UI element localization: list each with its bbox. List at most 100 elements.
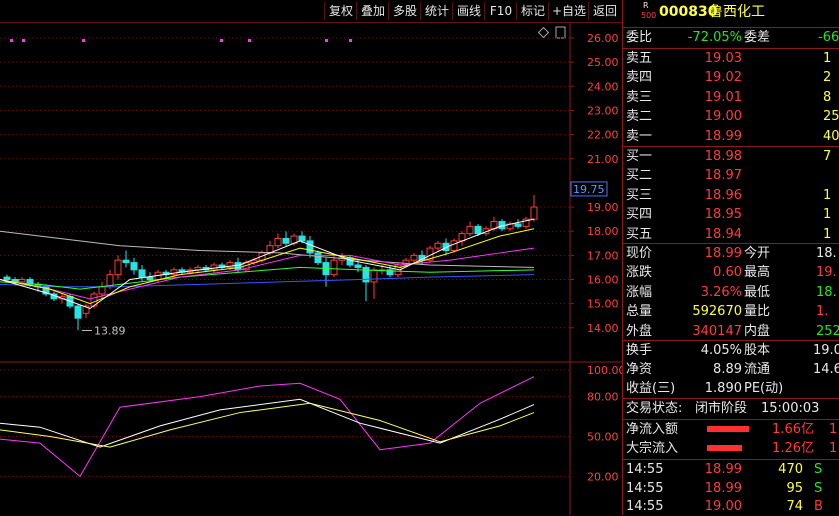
- price-axis-label: 24.00: [587, 80, 619, 93]
- diamond-icon: [537, 26, 550, 39]
- quote-value: 592670: [692, 304, 742, 320]
- flow-bar: [707, 445, 742, 451]
- fundamental-value: 8.89: [713, 362, 742, 377]
- sell-row: 卖一 18.99 40: [623, 127, 839, 146]
- toolbar-button-7[interactable]: +自选: [548, 2, 589, 20]
- panel-toggle-icon: [555, 26, 566, 39]
- trade-status-time: 15:00:03: [761, 401, 820, 416]
- quote-value: 0.60: [713, 265, 742, 281]
- candle-up: [466, 225, 474, 235]
- flow-bar: [707, 426, 749, 432]
- signal-dot: [325, 39, 328, 42]
- toolbar-button-1[interactable]: 叠加: [356, 2, 389, 20]
- kline-chart[interactable]: 26.00 25.00 24.00 23.00 22.00 21.00 19.00 18.00…: [0, 23, 622, 515]
- trade-status-row: 交易状态: 闭市阶段 15:00:03: [623, 399, 839, 418]
- buy-price: 18.98: [704, 149, 742, 164]
- quote-value: 340147: [692, 323, 742, 339]
- price-axis-label: 19.00: [587, 201, 619, 214]
- flow-extra: 1: [829, 441, 838, 456]
- fundamental-value-2: 19.0: [813, 343, 839, 358]
- stock-header: R 500 000830 鲁西化工: [623, 1, 839, 24]
- sell-price: 19.00: [704, 109, 742, 125]
- candle-down: [314, 252, 322, 264]
- quote-value-2: 2525: [816, 323, 839, 339]
- toolbar-button-5[interactable]: F10: [484, 2, 517, 20]
- signal-dot: [22, 39, 25, 42]
- quote-label: 现价: [626, 246, 653, 261]
- flow-value: 1.26亿: [772, 441, 814, 456]
- buy-volume: 1: [823, 187, 832, 203]
- candle-down: [146, 276, 154, 281]
- price-axis-label: 25.00: [587, 56, 619, 69]
- order-diff-value: -66: [818, 30, 839, 45]
- candle-down: [130, 262, 138, 271]
- signal-dot: [10, 39, 13, 42]
- tick-time: 14:55: [626, 462, 664, 477]
- flow-row: 大宗流入 1.26亿 1: [623, 439, 839, 458]
- fundamental-label: 换手: [626, 343, 653, 358]
- fundamental-label-2: PE(动): [744, 381, 784, 396]
- toolbar-button-4[interactable]: 画线: [452, 2, 485, 20]
- sell-label: 卖四: [626, 70, 653, 86]
- quote-label-2: 今开: [744, 246, 771, 261]
- quote-row: 涨幅 3.26% 最低 18.: [623, 283, 839, 302]
- quote-value-2: 18.: [816, 284, 837, 300]
- flow-label: 净流入额: [626, 422, 679, 437]
- quote-label: 总量: [626, 304, 653, 320]
- quote-label-2: 最高: [744, 265, 771, 281]
- signal-dot: [220, 39, 223, 42]
- sell-label: 卖二: [626, 109, 653, 125]
- sell-price: 19.01: [704, 89, 742, 105]
- badge-bottom: 500: [641, 11, 657, 20]
- tick-volume: 95: [786, 480, 803, 496]
- indicator-axis-label: 80.00: [587, 391, 619, 404]
- candle-down: [306, 240, 314, 254]
- candle-up: [330, 259, 338, 276]
- signal-dot: [82, 39, 85, 42]
- sell-volume: 1: [823, 51, 832, 66]
- candle-down: [282, 237, 290, 244]
- toolbar-button-6[interactable]: 标记: [516, 2, 549, 20]
- sell-label: 卖五: [626, 51, 653, 66]
- buy-price: 18.94: [704, 226, 742, 242]
- low-price-label: 13.89: [94, 324, 126, 337]
- buy-price: 18.95: [704, 207, 742, 223]
- sell-row: 卖四 19.02 2: [623, 68, 839, 87]
- candle-up: [274, 237, 282, 247]
- tick-row: 14:55 18.99 470 S: [623, 460, 839, 479]
- order-ratio-value: -72.05%: [687, 30, 742, 45]
- sell-price: 19.02: [704, 70, 742, 86]
- fundamental-label: 收益(三): [626, 381, 676, 396]
- candle-up: [434, 242, 442, 249]
- quote-label-2: 最低: [744, 284, 771, 300]
- buy-volume: 7: [823, 149, 832, 164]
- order-ratio-row: 委比 -72.05% 委差 -66: [623, 28, 839, 47]
- sell-price: 18.99: [704, 128, 742, 144]
- quote-row: 涨跌 0.60 最高 19.: [623, 263, 839, 282]
- candle-up: [410, 254, 418, 261]
- candle-up: [370, 269, 378, 283]
- price-axis-label: 22.00: [587, 129, 619, 142]
- buy-label: 买三: [626, 187, 653, 203]
- sell-price: 19.03: [704, 51, 742, 66]
- toolbar-button-2[interactable]: 多股: [388, 2, 421, 20]
- tick-row: 14:55 19.00 74 B: [623, 497, 839, 516]
- buy-volume: 1: [823, 226, 832, 242]
- candle-down: [74, 305, 82, 319]
- tick-row: 14:55 18.99 95 S: [623, 479, 839, 498]
- quote-value: 3.26%: [700, 284, 742, 300]
- buy-price: 18.97: [704, 168, 742, 184]
- sell-volume: 40: [823, 128, 839, 144]
- fundamental-row: 收益(三) 1.890 PE(动): [623, 379, 839, 398]
- candle-up: [170, 269, 178, 276]
- toolbar-button-3[interactable]: 统计: [420, 2, 453, 20]
- buy-row: 买三 18.96 1: [623, 186, 839, 205]
- toolbar-button-0[interactable]: 复权: [324, 2, 357, 20]
- tick-time: 14:55: [626, 480, 664, 496]
- candle-down: [354, 264, 362, 268]
- flow-row: 净流入额 1.66亿 1: [623, 420, 839, 439]
- tick-side: B: [814, 499, 823, 514]
- ma-line-120: [0, 274, 535, 288]
- candle-up: [450, 240, 458, 252]
- toolbar-button-8[interactable]: 返回: [588, 2, 621, 20]
